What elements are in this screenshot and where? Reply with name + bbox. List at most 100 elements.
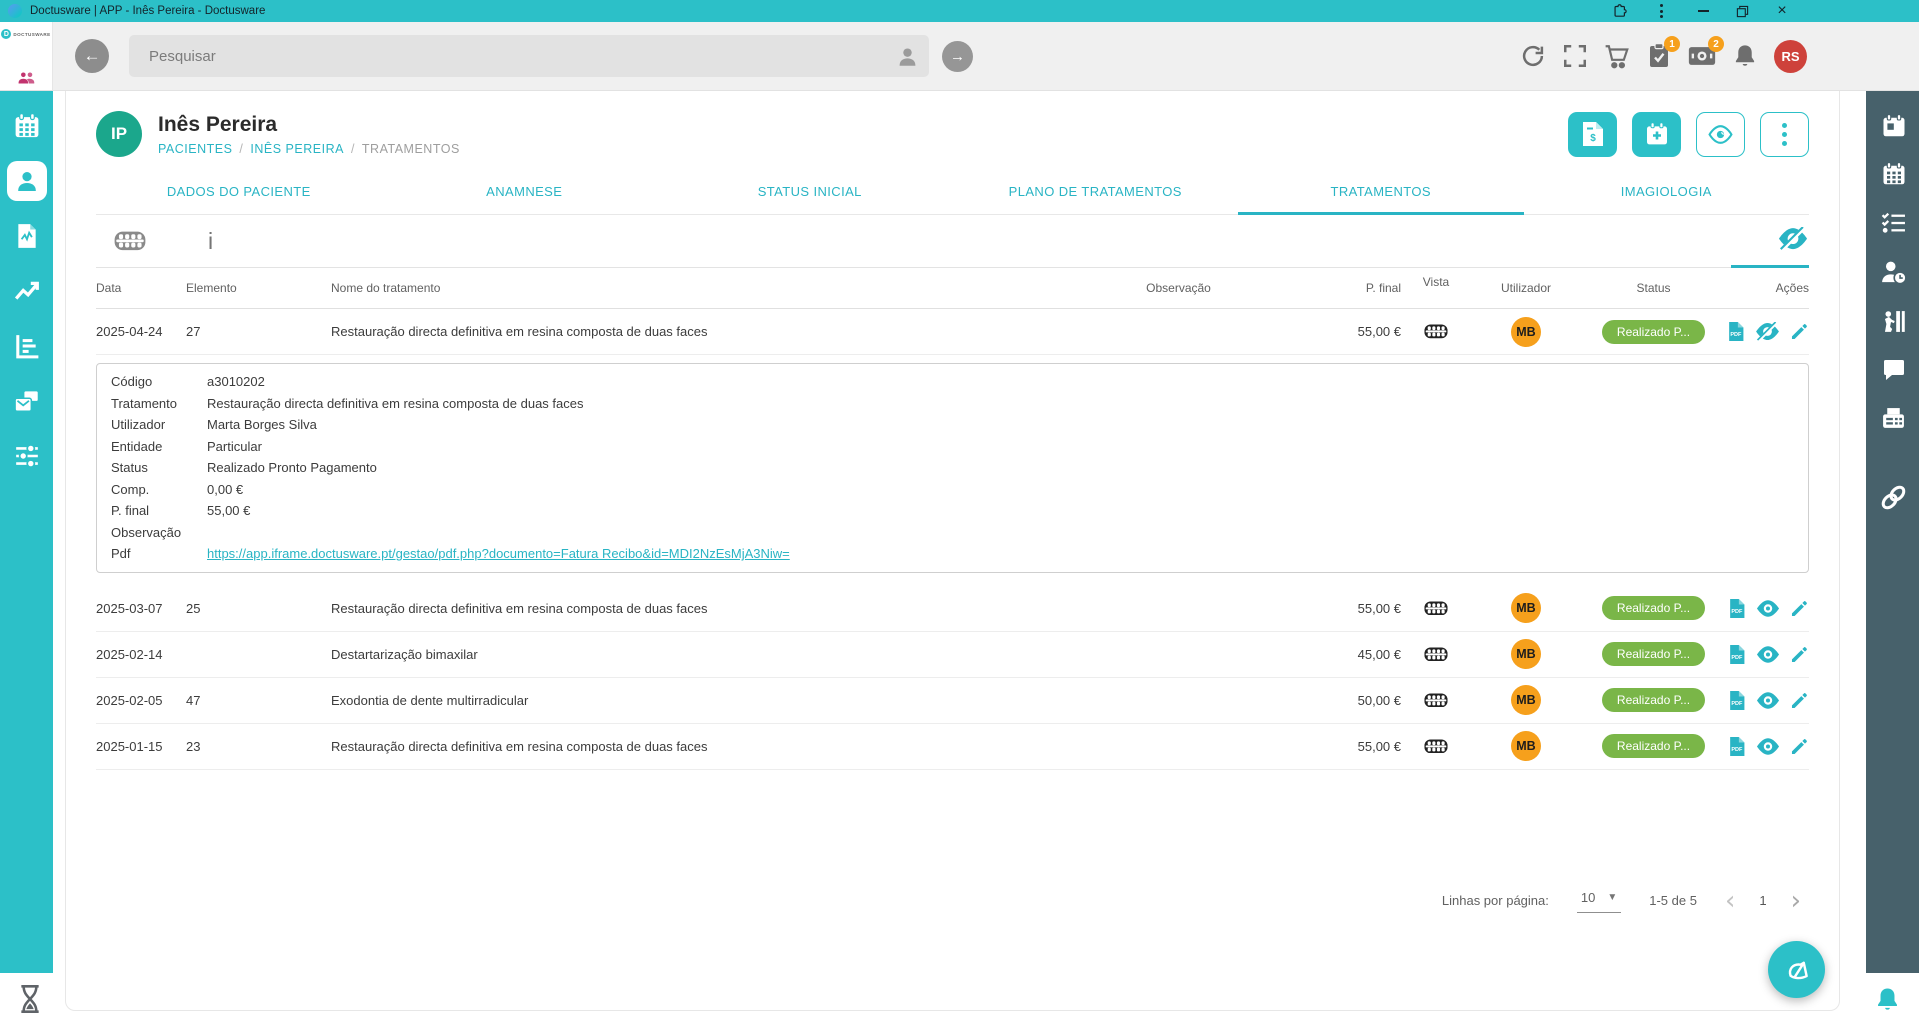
sidebar-right-item-checkin[interactable] [1881,309,1906,334]
pdf-icon[interactable]: PDF [1727,737,1746,756]
sidebar-right-item-day-view[interactable] [1882,114,1906,138]
breadcrumb-patients[interactable]: PACIENTES [158,142,232,156]
tab-anamnese[interactable]: ANAMNESE [382,171,668,214]
treatment-row[interactable]: 2025-02-05 47 Exodontia de dente multirr… [96,678,1809,724]
hide-columns-icon[interactable] [1779,227,1807,250]
edit-icon[interactable] [1790,645,1809,664]
tab-imagiologia[interactable]: IMAGIOLOGIA [1524,171,1810,214]
app-header: D DOCTUSWARE ← → [0,22,1919,91]
more-options-button[interactable] [1760,112,1809,157]
tab-tratamentos[interactable]: TRATAMENTOS [1238,171,1524,214]
notifications-bell-icon[interactable] [1874,986,1901,1013]
tasks-button[interactable]: 1 [1646,43,1672,69]
odontogram-icon[interactable] [1424,647,1448,662]
treatment-row[interactable]: 2025-04-24 27 Restauração directa defini… [96,309,1809,355]
eye-icon [1708,124,1733,145]
sidebar-item-agenda[interactable] [14,113,40,139]
sidebar-item-clinical-records[interactable] [14,223,40,249]
collapse-row-icon[interactable] [1756,322,1779,341]
patient-avatar: IP [96,111,142,157]
odontogram-icon[interactable] [1424,739,1448,754]
tab-plano-de-tratamentos[interactable]: PLANO DE TRATAMENTOS [953,171,1239,214]
expand-row-icon[interactable] [1757,599,1779,618]
previous-page-button[interactable]: ‹ [1725,888,1735,914]
expand-row-icon[interactable] [1757,737,1779,756]
cell-data: 2025-04-24 [96,324,186,339]
extensions-icon[interactable] [1612,3,1628,19]
doctusware-fab-button[interactable] [1768,941,1825,998]
sidebar-item-settings[interactable] [14,443,40,469]
odontogram-icon[interactable] [1424,324,1448,339]
edit-icon[interactable] [1790,691,1809,710]
odontogram-view-icon[interactable] [114,231,146,251]
detail-value: Realizado Pronto Pagamento [207,457,1794,479]
status-badge: Realizado P... [1602,596,1705,620]
col-status: Status [1581,281,1726,295]
pdf-icon[interactable]: PDF [1727,691,1746,710]
view-button[interactable] [1696,112,1745,157]
sidebar-item-reports[interactable] [14,333,40,359]
treatment-row[interactable]: 2025-03-07 25 Restauração directa defini… [96,586,1809,632]
user-avatar[interactable]: RS [1774,40,1807,73]
sidebar-right-item-fax[interactable] [1881,406,1906,431]
cell-nome: Exodontia de dente multirradicular [331,693,1066,708]
edit-icon[interactable] [1790,599,1809,618]
sidebar-right-item-staff-schedule[interactable] [1881,259,1907,285]
fullscreen-button[interactable] [1562,43,1588,69]
odontogram-icon[interactable] [1424,693,1448,708]
detail-value: 0,00 € [207,479,1794,501]
payments-button[interactable]: 2 [1688,43,1716,69]
refresh-button[interactable] [1520,43,1546,69]
rows-per-page-select[interactable]: 10 ▼ [1577,888,1621,913]
sidebar-right-item-links[interactable] [1879,483,1908,512]
brand-logo[interactable]: D DOCTUSWARE [1,29,50,39]
cart-button[interactable] [1604,43,1630,69]
sidebar-right-item-checklist[interactable] [1881,210,1906,235]
tab-dados-do-paciente[interactable]: DADOS DO PACIENTE [96,171,382,214]
status-badge: Realizado P... [1602,320,1705,344]
col-acoes: Ações [1726,281,1809,295]
pdf-icon[interactable]: PDF [1727,599,1746,618]
back-button[interactable]: ← [75,39,109,73]
edit-icon[interactable] [1790,737,1809,756]
cell-elemento: 27 [186,324,331,339]
odontogram-icon[interactable] [1424,601,1448,616]
restore-button[interactable] [1736,5,1749,18]
treatment-row[interactable]: 2025-02-14 Destartarização bimaxilar 45,… [96,632,1809,678]
info-icon[interactable]: i [208,228,213,255]
cell-nome: Restauração directa definitiva em resina… [331,739,1066,754]
tab-status-inicial[interactable]: STATUS INICIAL [667,171,953,214]
edit-icon[interactable] [1790,322,1809,341]
detail-value: Particular [207,436,1794,458]
invoice-button[interactable]: $ [1568,112,1617,157]
sidebar-item-messages[interactable] [14,388,40,414]
close-button[interactable]: × [1773,2,1791,20]
sidebar-item-patients[interactable] [7,161,47,201]
col-vista: Vista [1401,275,1471,289]
pdf-link[interactable]: https://app.iframe.doctusware.pt/gestao/… [207,546,790,561]
brand-people-icon[interactable] [17,71,36,84]
cell-nome: Destartarização bimaxilar [331,647,1066,662]
pdf-icon[interactable]: PDF [1727,645,1746,664]
minimize-button[interactable] [1694,2,1712,20]
expand-row-icon[interactable] [1757,691,1779,710]
col-p-final: P. final [1291,281,1401,295]
sidebar-right-item-chat[interactable] [1882,358,1906,382]
notifications-button[interactable] [1732,43,1758,69]
breadcrumb-patient-name[interactable]: INÊS PEREIRA [250,142,344,156]
col-utilizador: Utilizador [1471,281,1581,295]
pdf-icon[interactable]: PDF [1726,322,1745,341]
sidebar-item-statistics[interactable] [14,278,40,304]
browser-menu-icon[interactable] [1652,2,1670,20]
user-avatar-badge: MB [1511,593,1541,623]
search-go-button[interactable]: → [942,41,973,72]
treatment-row[interactable]: 2025-01-15 23 Restauração directa defini… [96,724,1809,770]
search-input[interactable] [147,47,896,66]
cell-nome: Restauração directa definitiva em resina… [331,324,1066,339]
sidebar-right-item-calendar[interactable] [1882,162,1906,186]
expand-row-icon[interactable] [1757,645,1779,664]
status-badge: Realizado P... [1602,688,1705,712]
go-arrow-icon: → [950,48,965,65]
next-page-button[interactable]: › [1791,888,1801,914]
add-appointment-button[interactable] [1632,112,1681,157]
